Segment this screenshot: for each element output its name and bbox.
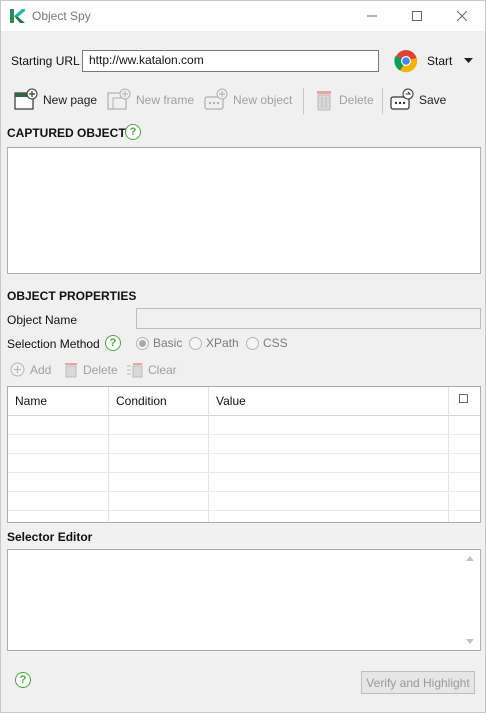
clear-icon (127, 363, 143, 378)
new-frame-icon (107, 88, 131, 110)
table-header: Name Condition Value ☐ (8, 387, 480, 416)
new-object-icon (204, 88, 228, 110)
radio-xpath[interactable]: XPath (189, 336, 239, 350)
window-title: Object Spy (32, 9, 91, 23)
verify-and-highlight-button[interactable]: Verify and Highlight (361, 671, 475, 694)
dropdown-arrow-icon[interactable] (464, 58, 473, 64)
radio-dot (189, 336, 202, 350)
radio-dot (246, 336, 259, 350)
radio-xpath-label: XPath (206, 336, 239, 350)
starting-url-input[interactable]: http://ww.katalon.com (82, 50, 379, 72)
save-button[interactable]: Save (390, 88, 446, 112)
attributes-table[interactable]: Name Condition Value ☐ (7, 386, 481, 523)
selection-method-label: Selection Method (7, 337, 100, 351)
column-header-value[interactable]: Value (209, 387, 449, 416)
table-row[interactable] (8, 416, 480, 435)
table-row[interactable] (8, 435, 480, 454)
maximize-button[interactable] (394, 1, 440, 31)
column-header-condition[interactable]: Condition (109, 387, 209, 416)
object-name-label: Object Name (7, 313, 78, 327)
start-button[interactable]: Start (427, 54, 452, 68)
new-page-button[interactable]: New page (14, 88, 97, 112)
help-icon[interactable]: ? (15, 672, 31, 688)
new-object-button[interactable]: New object (204, 88, 292, 112)
captured-objects-heading: CAPTURED OBJECTS (7, 126, 134, 140)
radio-css[interactable]: CSS (246, 336, 288, 350)
radio-basic[interactable]: Basic (136, 336, 182, 350)
chrome-icon[interactable] (394, 49, 418, 73)
add-icon (10, 362, 25, 377)
minimize-button[interactable] (349, 1, 395, 31)
toolbar-separator (303, 88, 304, 114)
object-name-field[interactable] (136, 308, 481, 329)
selector-editor-textarea[interactable] (7, 549, 481, 651)
captured-objects-tree[interactable] (7, 147, 481, 274)
table-row[interactable] (8, 473, 480, 492)
new-frame-label: New frame (136, 93, 195, 107)
new-page-icon (14, 88, 38, 110)
object-spy-window: Object Spy Starting URL http://ww.katalo… (0, 0, 486, 713)
delete-button[interactable]: Delete (314, 88, 374, 112)
save-icon (390, 88, 414, 110)
new-page-label: New page (43, 93, 98, 107)
scroll-down-arrow-icon[interactable] (466, 639, 474, 644)
katalon-logo-icon (10, 9, 25, 23)
table-row[interactable] (8, 454, 480, 473)
maximize-icon (412, 11, 422, 21)
title-bar: Object Spy (1, 1, 485, 31)
close-button[interactable] (439, 1, 485, 31)
clear-label: Clear (148, 363, 177, 377)
minimize-icon (367, 15, 377, 17)
help-icon[interactable]: ? (125, 124, 141, 140)
scroll-up-arrow-icon[interactable] (466, 556, 474, 561)
clear-button[interactable]: Clear (127, 362, 177, 378)
radio-dot (136, 336, 149, 350)
toolbar-separator (382, 88, 383, 114)
table-row[interactable] (8, 492, 480, 511)
add-button[interactable]: Add (10, 362, 51, 377)
object-properties-heading: OBJECT PROPERTIES (7, 289, 137, 303)
delete-label: Delete (339, 93, 374, 107)
radio-basic-label: Basic (153, 336, 183, 350)
delete-icon (65, 363, 77, 378)
radio-css-label: CSS (263, 336, 288, 350)
column-header-name[interactable]: Name (8, 387, 109, 416)
close-icon (457, 11, 467, 21)
new-object-label: New object (233, 93, 293, 107)
save-label: Save (419, 93, 447, 107)
help-icon[interactable]: ? (105, 335, 121, 351)
starting-url-label: Starting URL (11, 54, 80, 68)
delete-icon (317, 91, 331, 111)
selector-editor-heading: Selector Editor (7, 530, 93, 544)
add-label: Add (30, 362, 52, 377)
attr-delete-button[interactable]: Delete (64, 362, 118, 378)
new-frame-button[interactable]: New frame (107, 88, 194, 112)
attr-delete-label: Delete (83, 363, 118, 377)
column-header-select-all-checkbox[interactable]: ☐ (449, 387, 480, 416)
